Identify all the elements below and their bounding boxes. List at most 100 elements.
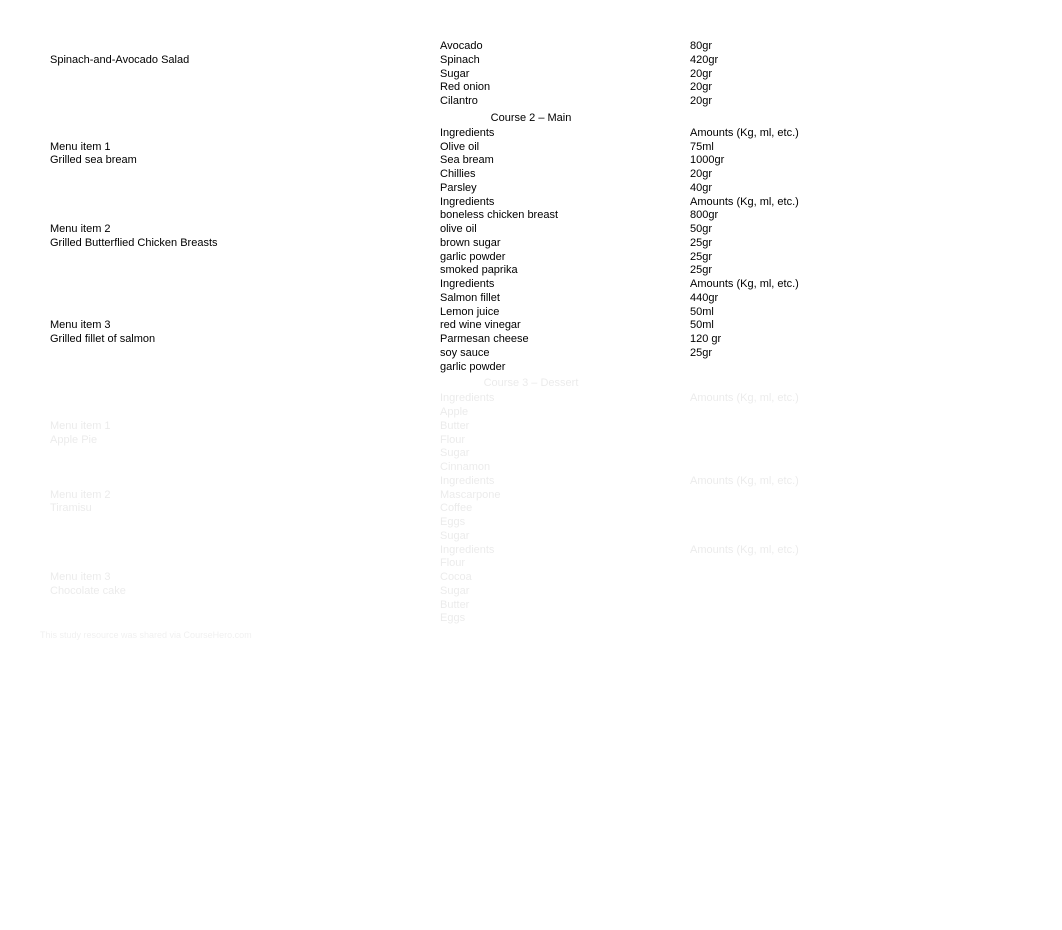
amount: [690, 571, 1022, 585]
amount: [690, 530, 1022, 544]
ingredient: olive oil: [440, 223, 690, 237]
menu-item-name: Apple Pie: [50, 434, 97, 446]
amount: [690, 489, 1022, 503]
ingredient: smoked paprika: [440, 264, 690, 278]
ingredient: Flour: [440, 557, 690, 571]
ingredients-header: Ingredients: [440, 544, 690, 558]
ingredient: Apple: [440, 406, 690, 420]
ingredient: Red onion: [440, 81, 690, 95]
ingredient: Salmon fillet: [440, 292, 690, 306]
ingredient: Cocoa: [440, 571, 690, 585]
ingredient: Sugar: [440, 530, 690, 544]
amount: 25gr: [690, 264, 1022, 278]
ingredient: Butter: [440, 420, 690, 434]
ingredient: Sea bream: [440, 154, 690, 168]
amount: 25gr: [690, 347, 1022, 361]
amount: [690, 557, 1022, 571]
ingredients-header: Ingredients: [440, 196, 690, 210]
amount: 20gr: [690, 81, 1022, 95]
menu-item-name: Grilled sea bream: [50, 154, 137, 166]
menu-item-block: IngredientsAmounts (Kg, ml, etc.)Apple Me…: [40, 392, 1022, 475]
amount: [690, 461, 1022, 475]
ingredient: Sugar: [440, 68, 690, 82]
amount: 1000gr: [690, 154, 1022, 168]
menu-item-label: Menu item 1: [50, 420, 111, 432]
menu-item-label: Menu item 3: [50, 571, 111, 583]
course-3-section: Course 3 – Dessert IngredientsAmounts (K…: [40, 374, 1022, 626]
course-3-header: Course 3 – Dessert: [40, 374, 1022, 392]
ingredient: brown sugar: [440, 237, 690, 251]
ingredient: red wine vinegar: [440, 319, 690, 333]
menu-item-block: IngredientsAmounts (Kg, ml, etc.)Flour Me…: [40, 544, 1022, 627]
amount: [690, 434, 1022, 448]
starter-item-block: Avocado 80gr Spinach-and-Avocado Salad S…: [40, 40, 1022, 109]
ingredients-header: Ingredients: [440, 475, 690, 489]
amount: 40gr: [690, 182, 1022, 196]
amount: 50gr: [690, 223, 1022, 237]
amount: 80gr: [690, 40, 1022, 54]
ingredients-header: Ingredients: [440, 127, 690, 141]
amount: [690, 420, 1022, 434]
ingredient: Cilantro: [440, 95, 690, 109]
ingredient: garlic powder: [440, 251, 690, 265]
amount: [690, 612, 1022, 626]
ingredient: Coffee: [440, 502, 690, 516]
amount: [690, 599, 1022, 613]
ingredient: garlic powder: [440, 361, 690, 375]
amount: [690, 406, 1022, 420]
amount: [690, 361, 1022, 375]
ingredient: Parsley: [440, 182, 690, 196]
menu-item-name: Grilled fillet of salmon: [50, 333, 155, 345]
ingredient: Cinnamon: [440, 461, 690, 475]
menu-item-name: Grilled Butterflied Chicken Breasts: [50, 237, 218, 249]
ingredient: Chillies: [440, 168, 690, 182]
menu-item-name: Spinach-and-Avocado Salad: [40, 54, 440, 68]
amount: 75ml: [690, 141, 1022, 155]
menu-item-label: Menu item 3: [50, 319, 111, 331]
amount: 20gr: [690, 68, 1022, 82]
ingredient: Avocado: [440, 40, 690, 54]
amounts-header: Amounts (Kg, ml, etc.): [690, 127, 1022, 141]
amount: [690, 585, 1022, 599]
ingredient: Parmesan cheese: [440, 333, 690, 347]
menu-item-label: Menu item 2: [50, 223, 111, 235]
course-2-header: Course 2 – Main: [40, 109, 1022, 127]
ingredient: Lemon juice: [440, 306, 690, 320]
menu-item-block: IngredientsAmounts (Kg, ml, etc.)boneles…: [40, 196, 1022, 279]
amount: 420gr: [690, 54, 1022, 68]
amount: 440gr: [690, 292, 1022, 306]
ingredient: Spinach: [440, 54, 690, 68]
ingredients-header: Ingredients: [440, 392, 690, 406]
amount: 800gr: [690, 209, 1022, 223]
footer-note: This study resource was shared via Cours…: [40, 626, 1022, 642]
ingredient: Olive oil: [440, 141, 690, 155]
amounts-header: Amounts (Kg, ml, etc.): [690, 278, 1022, 292]
menu-item-block: IngredientsAmounts (Kg, ml, etc.) Menu it…: [40, 127, 1022, 196]
amount: 120 gr: [690, 333, 1022, 347]
amount: 20gr: [690, 168, 1022, 182]
menu-item-label: Menu item 1: [50, 141, 111, 153]
ingredient: soy sauce: [440, 347, 690, 361]
ingredient: Eggs: [440, 612, 690, 626]
menu-item-name: Chocolate cake: [50, 585, 126, 597]
amount: [690, 447, 1022, 461]
amounts-header: Amounts (Kg, ml, etc.): [690, 544, 1022, 558]
amounts-header: Amounts (Kg, ml, etc.): [690, 392, 1022, 406]
ingredients-header: Ingredients: [440, 278, 690, 292]
amount: 50ml: [690, 306, 1022, 320]
menu-item-name: Tiramisu: [50, 502, 92, 514]
amount: 25gr: [690, 237, 1022, 251]
menu-item-label: Menu item 2: [50, 489, 111, 501]
amounts-header: Amounts (Kg, ml, etc.): [690, 196, 1022, 210]
ingredient: Flour: [440, 434, 690, 448]
ingredient: Sugar: [440, 585, 690, 599]
ingredient: Butter: [440, 599, 690, 613]
amounts-header: Amounts (Kg, ml, etc.): [690, 475, 1022, 489]
ingredient: Sugar: [440, 447, 690, 461]
amount: 25gr: [690, 251, 1022, 265]
menu-item-block: IngredientsAmounts (Kg, ml, etc.) Menu it…: [40, 475, 1022, 544]
amount: 20gr: [690, 95, 1022, 109]
ingredient: Eggs: [440, 516, 690, 530]
ingredient: Mascarpone: [440, 489, 690, 503]
ingredient: boneless chicken breast: [440, 209, 690, 223]
